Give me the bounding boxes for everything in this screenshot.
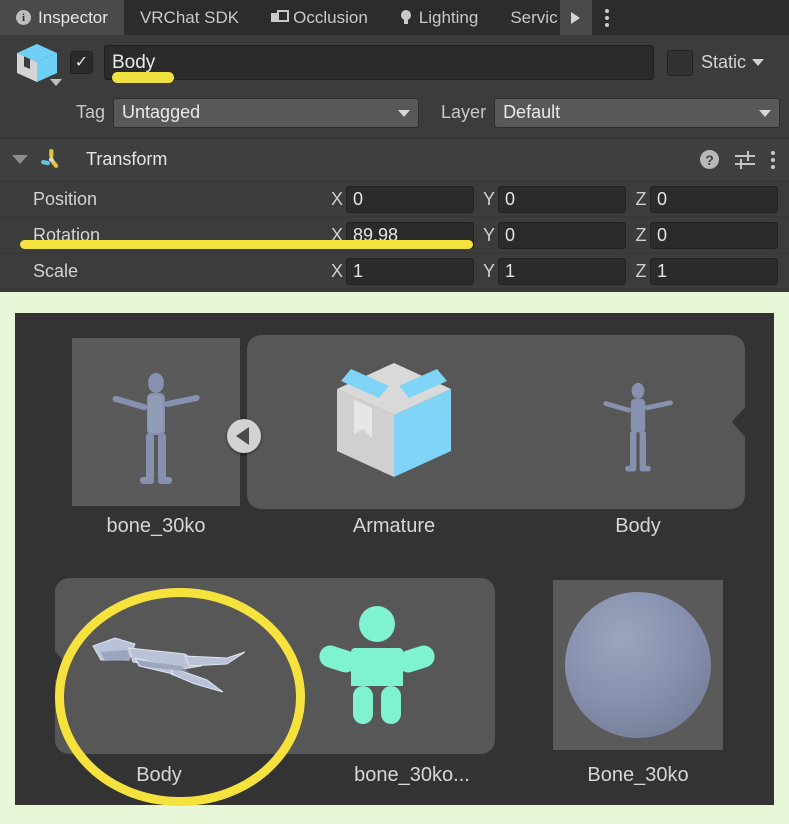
static-label: Static — [701, 52, 747, 72]
axis-label-x: X — [330, 188, 343, 209]
static-checkbox[interactable] — [667, 49, 693, 76]
transform-gizmo-icon — [38, 147, 64, 173]
axis-label-z: Z — [635, 224, 647, 245]
tab-lighting[interactable]: Lighting — [384, 0, 495, 35]
scale-z-input[interactable]: 1 — [650, 257, 778, 285]
humanoid-mesh-preview — [112, 373, 200, 484]
prefab-cube-icon[interactable] — [12, 40, 66, 86]
axis-label-y: Y — [482, 188, 495, 209]
project-row-1: bone_30ko Armature Body — [15, 313, 774, 553]
chevron-down-icon — [398, 109, 411, 117]
inspector-tab-bar: i Inspector VRChat SDK Occlusion Lightin… — [0, 0, 789, 35]
prefab-box-icon — [337, 363, 451, 477]
project-item-bone-30ko-material[interactable] — [553, 580, 723, 750]
layer-label: Layer — [441, 102, 487, 122]
tab-services[interactable]: Servic — [494, 0, 559, 35]
component-menu-button[interactable] — [771, 150, 775, 169]
rotation-z-input[interactable]: 0 — [650, 221, 778, 249]
scale-y-input[interactable]: 1 — [498, 257, 626, 285]
panel-notch — [732, 406, 746, 438]
axis-label-z: Z — [635, 188, 647, 209]
tag-label: Tag — [76, 102, 106, 122]
chevron-right-icon — [571, 11, 581, 24]
tag-layer-row: Tag Untagged Layer Default — [0, 90, 789, 135]
position-z-input[interactable]: 0 — [650, 185, 778, 213]
project-item-bone-30ko[interactable] — [72, 338, 240, 506]
layer-dropdown[interactable]: Default — [494, 97, 781, 128]
scale-x-input[interactable]: 1 — [346, 257, 474, 285]
transform-title: Transform — [86, 149, 168, 169]
tab-inspector[interactable]: i Inspector — [0, 0, 124, 35]
static-dropdown-icon[interactable] — [752, 59, 765, 66]
tab-label: Lighting — [418, 7, 479, 27]
axis-label-z: Z — [635, 260, 647, 281]
preset-icon[interactable] — [735, 150, 755, 169]
inspector-panel: i Inspector VRChat SDK Occlusion Lightin… — [0, 0, 789, 292]
project-item-bone-30ko-avatar[interactable] — [303, 604, 451, 730]
back-arrow-icon[interactable] — [227, 419, 261, 453]
tab-label: Occlusion — [293, 7, 368, 27]
lightbulb-icon — [400, 9, 412, 26]
transform-position-row: Position X 0 Y 0 Z 0 — [0, 182, 789, 216]
info-icon: i — [16, 10, 31, 25]
help-icon[interactable]: ? — [700, 150, 719, 169]
gameobject-name-value: Body — [112, 51, 156, 73]
transform-component-header[interactable]: Transform ? — [0, 138, 789, 180]
project-item-label: bone_30ko... — [354, 764, 470, 786]
tag-value: Untagged — [122, 102, 201, 122]
inspector-menu-button[interactable] — [592, 0, 622, 35]
project-item-label: Bone_30ko — [587, 764, 689, 786]
tab-label: VRChat SDK — [139, 7, 240, 27]
project-item-body-row1[interactable] — [571, 355, 705, 489]
chevron-down-icon — [759, 109, 772, 117]
tag-dropdown[interactable]: Untagged — [113, 97, 420, 128]
material-sphere-preview — [565, 592, 711, 738]
rotation-highlight-annotation — [20, 240, 473, 249]
chevron-down-icon[interactable] — [50, 78, 62, 86]
tab-label: Servic — [510, 7, 558, 27]
occlusion-icon — [271, 10, 290, 25]
transform-scale-row: Scale X 1 Y 1 Z 1 — [0, 254, 789, 288]
axis-label-y: Y — [482, 224, 495, 245]
foldout-toggle-icon[interactable] — [12, 155, 28, 164]
tab-overflow-button[interactable] — [559, 0, 592, 35]
scale-label: Scale — [33, 260, 79, 281]
axis-label-x: X — [330, 260, 343, 281]
position-y-input[interactable]: 0 — [498, 185, 626, 213]
gameobject-enabled-checkbox[interactable]: ✓ — [70, 51, 93, 74]
tab-label: Inspector — [38, 7, 108, 27]
axis-label-y: Y — [482, 260, 495, 281]
layer-value: Default — [503, 102, 561, 122]
unity-editor-screenshot: i Inspector VRChat SDK Occlusion Lightin… — [0, 0, 789, 824]
gameobject-name-input[interactable]: Body — [104, 45, 654, 83]
position-x-input[interactable]: 0 — [346, 185, 474, 213]
gameobject-header: ✓ Body Static — [0, 35, 789, 90]
rotation-y-input[interactable]: 0 — [498, 221, 626, 249]
project-item-label: Body — [615, 515, 661, 537]
humanoid-mesh-preview — [603, 382, 673, 472]
avatar-humanoid-icon — [319, 606, 435, 724]
project-item-armature[interactable] — [327, 355, 461, 489]
position-label: Position — [33, 188, 98, 209]
circle-annotation — [55, 588, 305, 806]
tab-vrchat-sdk[interactable]: VRChat SDK — [124, 0, 255, 35]
checkmark-icon: ✓ — [74, 53, 89, 71]
tab-occlusion[interactable]: Occlusion — [255, 0, 384, 35]
name-highlight-annotation — [112, 72, 174, 83]
project-item-label: bone_30ko — [106, 515, 206, 537]
project-item-label: Armature — [352, 515, 436, 537]
